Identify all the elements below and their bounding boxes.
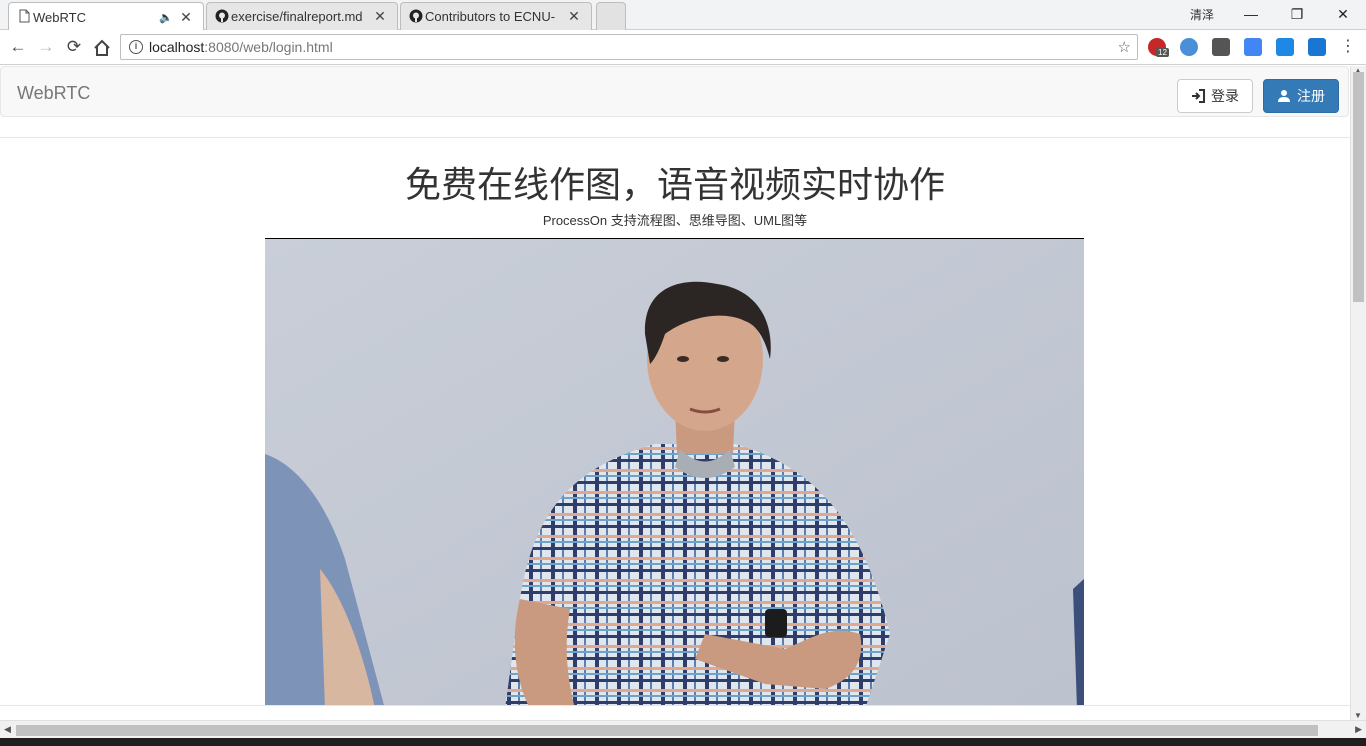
scroll-right-arrow-icon[interactable]: ▶ xyxy=(1355,724,1362,735)
login-button[interactable]: 登录 xyxy=(1177,79,1253,113)
restore-button[interactable]: ❐ xyxy=(1274,6,1320,23)
address-bar[interactable]: i localhost:8080/web/login.html ☆ xyxy=(120,34,1138,60)
close-tab-icon[interactable]: ✕ xyxy=(373,8,387,25)
page-viewport: WebRTC 登录 注册 免费在线作图，语音视频实时协作 ProcessOn 支… xyxy=(0,66,1350,705)
new-tab-button[interactable] xyxy=(596,2,626,30)
video-frame xyxy=(265,239,1084,705)
hero-subtitle: ProcessOn 支持流程图、思维导图、UML图等 xyxy=(542,213,808,228)
scroll-down-arrow-icon[interactable]: ▼ xyxy=(1354,711,1362,720)
github-icon xyxy=(409,9,423,23)
adblock-icon[interactable]: 12 xyxy=(1148,38,1169,57)
close-tab-icon[interactable]: ✕ xyxy=(179,9,193,26)
tab-contributors[interactable]: Contributors to ECNU- ✕ xyxy=(400,2,592,30)
vertical-scroll-thumb[interactable] xyxy=(1353,72,1364,302)
extension-shield-icon[interactable] xyxy=(1212,38,1230,56)
url-host: localhost xyxy=(149,39,205,55)
minimize-button[interactable]: — xyxy=(1228,6,1274,22)
window-controls: — ❐ ✕ xyxy=(1228,0,1366,28)
video-player[interactable] xyxy=(265,238,1084,705)
navbar-divider xyxy=(0,137,1350,138)
tab-title: Contributors to ECNU- xyxy=(425,9,556,24)
github-icon xyxy=(215,9,229,23)
browser-toolbar: ← → ⟳ i localhost:8080/web/login.html ☆ … xyxy=(0,30,1366,65)
brand-link[interactable]: WebRTC xyxy=(17,83,90,104)
bookmark-star-icon[interactable]: ☆ xyxy=(1118,38,1131,56)
extension-app-icon[interactable] xyxy=(1308,38,1326,56)
taskbar-edge xyxy=(0,738,1366,746)
speaker-icon[interactable]: 🔈 xyxy=(159,11,173,24)
reload-icon[interactable]: ⟳ xyxy=(64,37,84,57)
url-path: :8080/web/login.html xyxy=(204,39,333,55)
tab-strip: WebRTC 🔈 ✕ exercise/finalreport.md ✕ Con… xyxy=(0,0,1366,31)
translate-icon[interactable] xyxy=(1244,38,1262,56)
page-icon xyxy=(19,9,30,23)
horizontal-scrollbar[interactable]: ◀ ▶ xyxy=(0,720,1366,738)
home-icon[interactable] xyxy=(92,38,112,58)
tab-title: exercise/finalreport.md xyxy=(231,9,363,24)
horizontal-scroll-thumb[interactable] xyxy=(16,725,1318,736)
tab-title: WebRTC xyxy=(33,9,86,25)
login-label: 登录 xyxy=(1211,88,1239,104)
forward-arrow-icon[interactable]: → xyxy=(36,37,56,57)
extension-pen-icon[interactable] xyxy=(1276,38,1294,56)
close-tab-icon[interactable]: ✕ xyxy=(567,8,581,25)
login-icon xyxy=(1192,89,1205,103)
chrome-menu-icon[interactable]: ⋮ xyxy=(1340,39,1356,55)
user-icon xyxy=(1278,90,1290,102)
vertical-scrollbar[interactable]: ▲ ▼ xyxy=(1350,66,1366,720)
close-window-button[interactable]: ✕ xyxy=(1320,6,1366,23)
scroll-left-arrow-icon[interactable]: ◀ xyxy=(4,724,11,735)
register-button[interactable]: 注册 xyxy=(1263,79,1339,113)
profile-label[interactable]: 清泽 xyxy=(1190,6,1214,23)
tab-webrtc[interactable]: WebRTC 🔈 ✕ xyxy=(8,2,204,31)
register-label: 注册 xyxy=(1297,88,1325,104)
tab-finalreport[interactable]: exercise/finalreport.md ✕ xyxy=(206,2,398,30)
info-icon[interactable]: i xyxy=(129,40,143,54)
adblock-badge: 12 xyxy=(1156,48,1169,57)
site-navbar: WebRTC 登录 注册 xyxy=(0,66,1349,117)
back-arrow-icon[interactable]: ← xyxy=(8,37,28,57)
extension-v-icon[interactable] xyxy=(1180,38,1198,56)
hero-title: 免费在线作图，语音视频实时协作 xyxy=(404,164,945,205)
page-bottom-area xyxy=(0,705,1350,720)
